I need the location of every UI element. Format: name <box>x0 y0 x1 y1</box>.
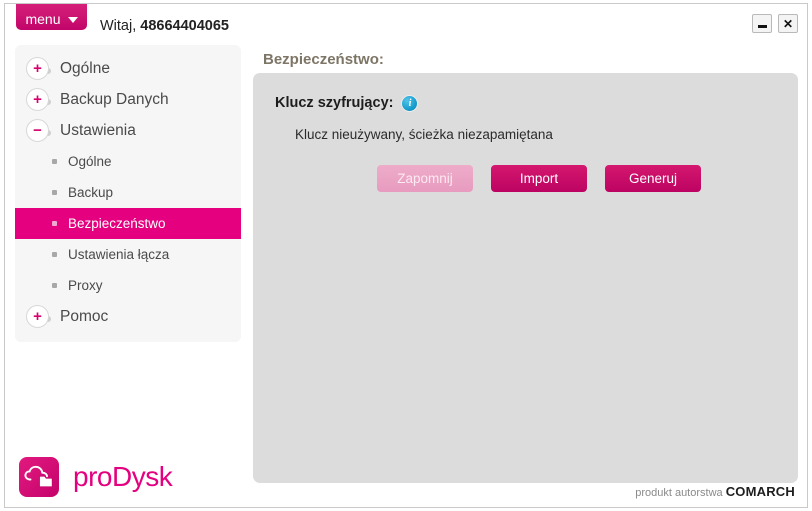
plus-icon[interactable]: + <box>26 57 49 80</box>
sidebar-item-label: Ogólne <box>68 154 112 169</box>
info-glyph: i <box>408 97 412 109</box>
sidebar-item-backup[interactable]: Backup <box>15 177 241 208</box>
sidebar-item-label: Backup Danych <box>60 90 169 108</box>
brand-logo: proDysk <box>19 457 173 497</box>
menu-button[interactable]: menu <box>16 4 87 30</box>
info-icon[interactable]: i <box>402 95 418 111</box>
minus-icon[interactable]: − <box>26 119 49 142</box>
sidebar-item-label: Ustawienia <box>60 121 136 139</box>
plus-icon[interactable]: + <box>26 305 49 328</box>
bullet-icon <box>52 190 57 195</box>
forget-key-button[interactable]: Zapomnij <box>377 165 473 192</box>
minimize-button[interactable] <box>752 14 772 33</box>
sidebar-nav-panel: + Ogólne + Backup Danych − Ustawienia Og… <box>15 45 241 342</box>
page-title: Bezpieczeństwo: <box>263 51 384 68</box>
greeting-text: Witaj, 48664404065 <box>100 18 229 34</box>
bullet-icon <box>52 221 57 226</box>
sidebar-item-label: Ogólne <box>60 59 110 77</box>
sidebar-item-label: Proxy <box>68 278 103 293</box>
encryption-key-status: Klucz nieużywany, ścieżka niezapamiętana <box>295 127 553 142</box>
plus-icon[interactable]: + <box>26 88 49 111</box>
sidebar-item-label: Pomoc <box>60 307 109 325</box>
sidebar-item-ustawienia[interactable]: − Ustawienia <box>15 115 241 146</box>
cloud-folder-icon <box>19 457 59 497</box>
sidebar-item-ogolne[interactable]: + Ogólne <box>15 53 241 84</box>
generate-key-button[interactable]: Generuj <box>605 165 701 192</box>
bullet-icon <box>52 252 57 257</box>
action-button-row: Zapomnij Import Generuj <box>377 165 701 192</box>
footer-brand: COMARCH <box>725 484 795 499</box>
section-title: Klucz szyfrujący: <box>275 95 394 111</box>
sidebar: + Ogólne + Backup Danych − Ustawienia Og… <box>15 45 241 342</box>
sidebar-item-proxy[interactable]: Proxy <box>15 270 241 301</box>
minimize-icon <box>757 25 767 28</box>
sidebar-item-ustawienia-lacza[interactable]: Ustawienia łącza <box>15 239 241 270</box>
sidebar-item-label: Bezpieczeństwo <box>68 216 166 231</box>
greeting-prefix: Witaj, <box>100 18 141 34</box>
sidebar-item-pomoc[interactable]: + Pomoc <box>15 301 241 332</box>
title-bar: menu Witaj, 48664404065 ✕ <box>5 4 807 40</box>
window-controls: ✕ <box>752 14 798 33</box>
footer-credit: produkt autorstwa COMARCH <box>635 484 795 499</box>
account-id: 48664404065 <box>140 18 229 34</box>
bullet-icon <box>52 283 57 288</box>
sidebar-item-bezpieczenstwo[interactable]: Bezpieczeństwo <box>15 208 241 239</box>
sidebar-item-backup-danych[interactable]: + Backup Danych <box>15 84 241 115</box>
menu-button-label: menu <box>25 11 61 27</box>
chevron-down-icon <box>67 17 78 23</box>
sidebar-item-label: Ustawienia łącza <box>68 247 170 262</box>
application-window: menu Witaj, 48664404065 ✕ + Ogólne + Bac… <box>4 3 808 508</box>
close-button[interactable]: ✕ <box>778 14 798 33</box>
footer-credit-prefix: produkt autorstwa <box>635 487 726 499</box>
content-panel: Klucz szyfrujący: i Klucz nieużywany, śc… <box>253 73 798 483</box>
bullet-icon <box>52 159 57 164</box>
encryption-key-section-header: Klucz szyfrujący: i <box>275 95 418 111</box>
import-key-button[interactable]: Import <box>491 165 587 192</box>
close-icon: ✕ <box>782 16 794 31</box>
sidebar-item-label: Backup <box>68 185 114 200</box>
sidebar-item-ustawienia-ogolne[interactable]: Ogólne <box>15 146 241 177</box>
logo-wordmark: proDysk <box>73 461 173 492</box>
